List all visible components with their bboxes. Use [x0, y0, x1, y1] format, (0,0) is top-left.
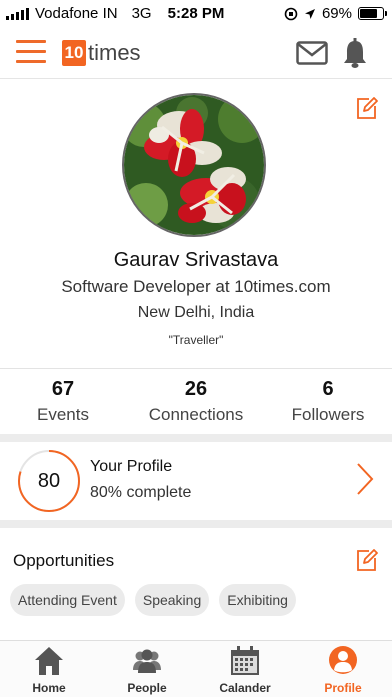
battery-percent: 69% [321, 5, 352, 22]
tab-label: Calander [219, 681, 271, 695]
profile-tagline: "Traveller" [168, 333, 224, 347]
bell-icon[interactable] [342, 38, 368, 68]
stat-label: Connections [148, 405, 244, 424]
chevron-right-icon[interactable] [356, 462, 374, 496]
logo-text: times [88, 40, 141, 65]
stat-value: 26 [184, 378, 208, 400]
orientation-lock-icon [284, 7, 298, 20]
profile-title: Software Developer at 10times.com [61, 277, 331, 296]
stat-value: 67 [51, 378, 75, 400]
edit-opportunities-icon[interactable] [356, 548, 378, 572]
people-icon [133, 649, 161, 673]
home-icon [35, 647, 63, 675]
profile-name: Gaurav Srivastava [113, 249, 279, 271]
battery-icon [358, 7, 387, 20]
app-header: 10 times [0, 28, 392, 79]
tab-label: Profile [324, 681, 362, 695]
tab-label: People [127, 681, 167, 695]
section-separator [0, 434, 392, 442]
completion-score: 80 [37, 470, 61, 492]
stat-followers[interactable]: 6 Followers [282, 378, 374, 425]
section-separator [0, 520, 392, 528]
opportunity-chips: Attending Event Speaking Exhibiting [10, 584, 296, 616]
stat-label: Events [37, 405, 89, 424]
location-arrow-icon [304, 8, 315, 19]
chip-exhibiting[interactable]: Exhibiting [219, 584, 296, 616]
divider [0, 368, 392, 369]
profile-card: Gaurav Srivastava Software Developer at … [0, 79, 392, 369]
stat-value: 6 [322, 378, 334, 400]
avatar[interactable] [122, 93, 266, 237]
calendar-icon [231, 646, 259, 675]
chip-speaking[interactable]: Speaking [134, 584, 210, 616]
stat-connections[interactable]: 26 Connections [136, 378, 256, 425]
bottom-tab-bar: Home People Calander Profile [0, 640, 392, 697]
tab-people[interactable]: People [98, 641, 196, 697]
avatar-flower-image [124, 95, 264, 235]
stat-events[interactable]: 67 Events [18, 378, 108, 425]
profile-completion-row[interactable]: 80 Your Profile 80% complete [0, 442, 392, 520]
stat-label: Followers [291, 405, 365, 424]
menu-icon[interactable] [16, 40, 46, 64]
tab-label: Home [32, 681, 66, 695]
completion-heading: Your Profile [90, 458, 173, 475]
status-right: 69% [284, 5, 387, 22]
tab-home[interactable]: Home [0, 641, 98, 697]
app-logo: 10 times [62, 40, 141, 66]
tab-profile[interactable]: Profile [294, 641, 392, 697]
status-bar: Vodafone IN 3G 5:28 PM 69% [0, 0, 392, 28]
mail-icon[interactable] [296, 41, 328, 65]
tab-calendar[interactable]: Calander [196, 641, 294, 697]
edit-profile-icon[interactable] [356, 96, 378, 120]
stats-row: 67 Events 26 Connections 6 Followers [0, 370, 392, 434]
completion-status: 80% complete [90, 484, 192, 501]
opportunities-title: Opportunities [13, 551, 115, 570]
chip-attending-event[interactable]: Attending Event [10, 584, 125, 616]
profile-icon [329, 646, 357, 674]
opportunities-section: Opportunities Attending Event Speaking E… [0, 528, 392, 632]
profile-location: New Delhi, India [137, 304, 255, 321]
logo-number: 10 [62, 40, 86, 66]
